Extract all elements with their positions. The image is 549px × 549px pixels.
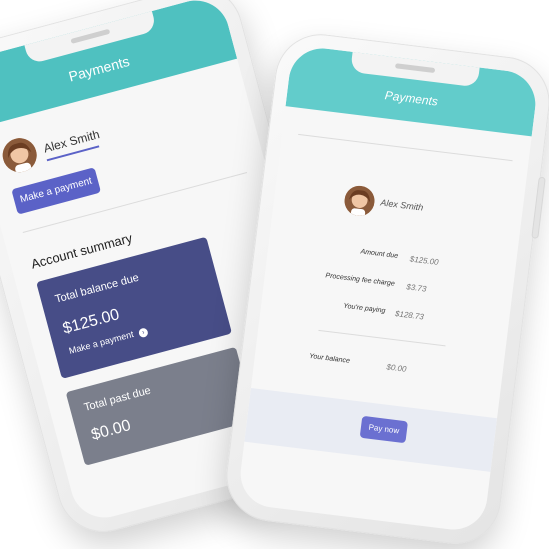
side-button xyxy=(532,177,545,238)
avatar-image xyxy=(0,134,41,177)
row-value: $128.73 xyxy=(394,309,425,322)
make-payment-button[interactable]: Make a payment xyxy=(11,167,102,215)
row-value: $3.73 xyxy=(405,282,427,294)
phone-right: Payments Alex Smith Amount due $125.00 P… xyxy=(221,29,549,549)
avatar xyxy=(342,184,377,218)
balance-label: Your balance xyxy=(308,352,351,365)
divider xyxy=(298,133,513,162)
past-due-label: Total past due xyxy=(82,384,153,414)
avatar xyxy=(0,134,41,177)
row-label: Amount due xyxy=(360,248,399,260)
header-title: Payments xyxy=(384,88,439,109)
divider xyxy=(318,329,446,347)
avatar-image xyxy=(342,184,377,218)
screen: Payments Alex Smith Amount due $125.00 P… xyxy=(236,44,540,534)
row-value: $125.00 xyxy=(409,254,440,267)
row-label: Processing fee charge xyxy=(325,272,396,288)
arrow-right-circle-icon: › xyxy=(137,327,149,339)
row-label: You're paying xyxy=(342,302,386,315)
balance-value: $0.00 xyxy=(385,362,407,374)
user-name: Alex Smith xyxy=(42,127,102,156)
past-due-amount: $0.00 xyxy=(89,417,133,444)
user-name: Alex Smith xyxy=(379,197,424,213)
total-balance-label: Total balance due xyxy=(53,271,141,306)
